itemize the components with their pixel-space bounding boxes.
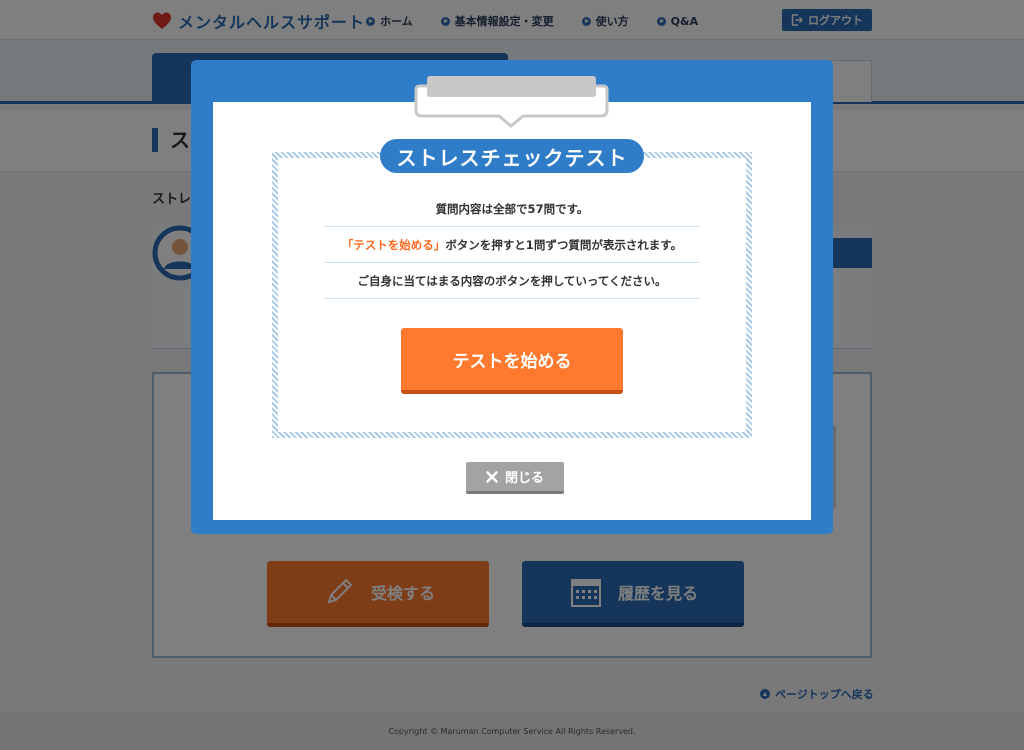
modal-title: ストレスチェックテスト bbox=[380, 139, 644, 173]
clipboard-clip-icon bbox=[414, 76, 609, 128]
close-x-icon bbox=[486, 470, 498, 483]
close-label: 閉じる bbox=[504, 471, 544, 486]
info-line-text: 質問内容は全部で57問です。 bbox=[435, 201, 589, 216]
start-test-button[interactable]: テストを始める bbox=[401, 328, 623, 394]
info-line-start-instruction: 「テストを始める」 ボタンを押すと1問ずつ質問が表示されます。 bbox=[324, 227, 700, 263]
info-line-text: ボタンを押すと1問ずつ質問が表示されます。 bbox=[445, 237, 683, 252]
close-button[interactable]: 閉じる bbox=[466, 462, 564, 494]
start-test-label: テストを始める bbox=[452, 351, 572, 372]
info-line-text: ご自身に当てはまる内容のボタンを押していってください。 bbox=[357, 273, 667, 288]
info-line-answer-instruction: ご自身に当てはまる内容のボタンを押していってください。 bbox=[324, 263, 700, 299]
info-line-question-count: 質問内容は全部で57問です。 bbox=[324, 191, 700, 227]
info-line-highlight: 「テストを始める」 bbox=[341, 237, 446, 252]
